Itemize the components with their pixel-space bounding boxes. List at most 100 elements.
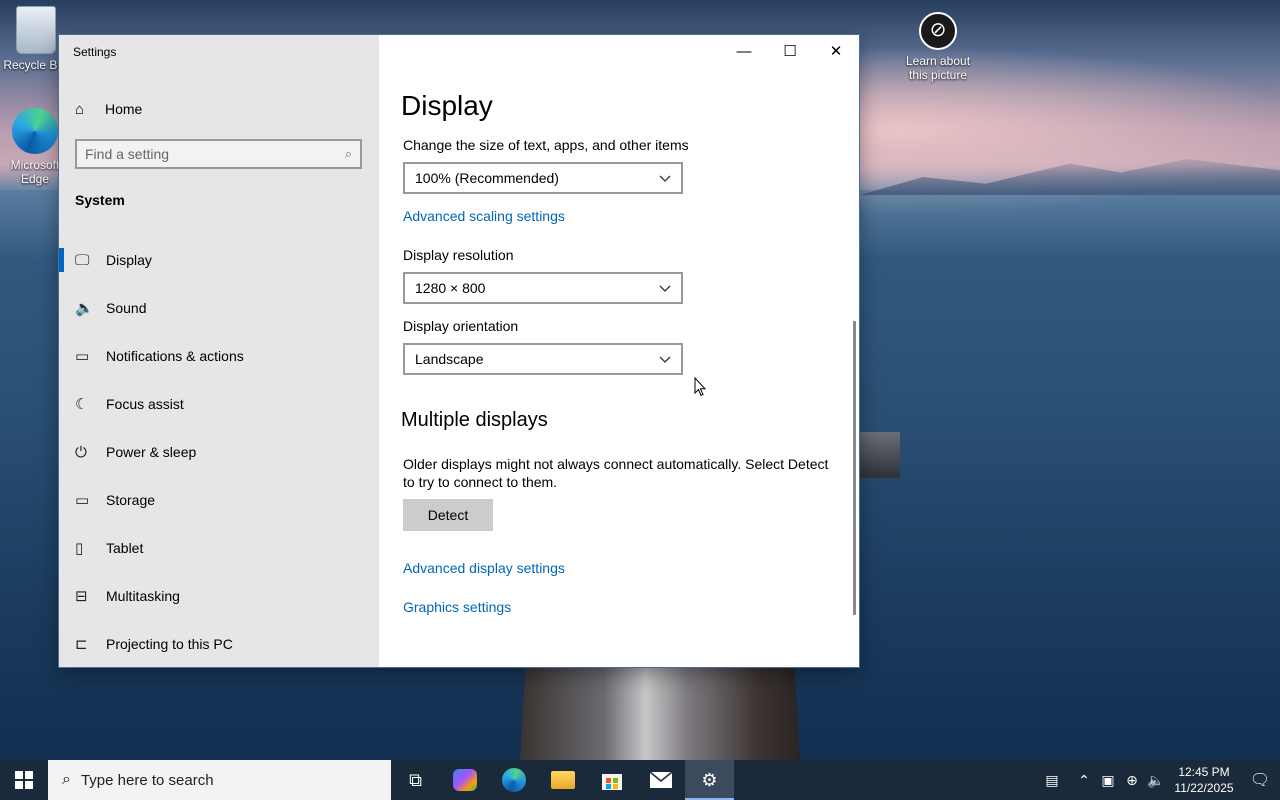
- sidebar-item-label: Sound: [106, 300, 147, 316]
- multiple-displays-text: Older displays might not always connect …: [403, 456, 829, 490]
- recycle-bin-icon: [16, 6, 56, 54]
- sidebar-home[interactable]: ⌂ Home: [75, 98, 142, 120]
- orientation-value: Landscape: [415, 351, 484, 367]
- store-button[interactable]: [587, 760, 636, 800]
- sidebar-item-sound[interactable]: 🔈 Sound: [59, 284, 379, 332]
- advanced-display-link[interactable]: Advanced display settings: [403, 560, 565, 576]
- settings-window: Settings ⌂ Home Find a setting ⌕ System …: [59, 35, 859, 667]
- chevron-up-icon[interactable]: ⌃: [1072, 772, 1096, 789]
- task-view-icon: ⧉: [409, 769, 422, 790]
- storage-icon: ▭: [75, 492, 90, 509]
- page-title: Display: [401, 90, 493, 121]
- sidebar-nav: 🖵 Display 🔈 Sound ▭ Notifications & acti…: [59, 236, 379, 668]
- taskbar: ⌕ Type here to search ⧉ ⚙ ▤ ⌃ ▣ ⊕ 🔈 12:4…: [0, 760, 1280, 800]
- file-explorer-icon: [550, 771, 575, 789]
- search-icon: ⌕: [62, 771, 71, 788]
- copilot-button[interactable]: [440, 760, 489, 800]
- tablet-icon: ▯: [75, 540, 84, 557]
- minimize-button[interactable]: —: [721, 35, 767, 67]
- monitor-icon: 🖵: [75, 251, 90, 269]
- meet-now-icon[interactable]: ▣: [1096, 772, 1120, 789]
- power-icon: ⏻: [75, 443, 87, 461]
- file-explorer-button[interactable]: [538, 760, 587, 800]
- chevron-down-icon: [659, 175, 671, 182]
- window-title: Settings: [73, 45, 117, 59]
- resolution-dropdown[interactable]: 1280 × 800: [403, 272, 683, 304]
- sidebar-item-label: Projecting to this PC: [106, 636, 233, 652]
- sidebar: Settings ⌂ Home Find a setting ⌕ System …: [59, 35, 379, 667]
- home-icon: ⌂: [75, 100, 85, 118]
- search-icon: ⌕: [344, 146, 352, 161]
- home-label: Home: [105, 101, 143, 117]
- windows-logo-icon: [15, 771, 33, 789]
- clock-time: 12:45 PM: [1178, 765, 1230, 779]
- sidebar-item-label: Storage: [106, 492, 156, 508]
- camera-icon: ⊘: [919, 12, 957, 50]
- message-icon: ▭: [75, 348, 90, 365]
- sidebar-item-focus-assist[interactable]: ☾ Focus assist: [59, 380, 379, 428]
- multitasking-icon: ⊟: [75, 588, 88, 605]
- copilot-icon: [452, 769, 477, 791]
- settings-icon: ⚙: [701, 769, 718, 790]
- window-controls: — ☐ ✕: [721, 35, 859, 67]
- chevron-down-icon: [659, 356, 671, 363]
- settings-taskbar-button[interactable]: ⚙: [685, 760, 734, 800]
- network-icon[interactable]: ⊕: [1120, 772, 1144, 789]
- news-icon[interactable]: ▤: [1032, 772, 1072, 789]
- scale-label: Change the size of text, apps, and other…: [403, 137, 689, 153]
- edge-taskbar-button[interactable]: [489, 760, 538, 800]
- advanced-scaling-link[interactable]: Advanced scaling settings: [403, 208, 565, 224]
- resolution-value: 1280 × 800: [415, 280, 486, 296]
- sidebar-item-label: Notifications & actions: [106, 348, 244, 364]
- sidebar-item-label: Tablet: [106, 540, 144, 556]
- search-input[interactable]: Find a setting: [85, 146, 345, 162]
- wallpaper-rock: [858, 432, 900, 478]
- orientation-dropdown[interactable]: Landscape: [403, 343, 683, 375]
- sidebar-item-storage[interactable]: ▭ Storage: [59, 476, 379, 524]
- scale-dropdown[interactable]: 100% (Recommended): [403, 162, 683, 194]
- speaker-icon: 🔈: [75, 300, 94, 317]
- clock-date: 11/22/2025: [1174, 781, 1234, 795]
- scale-value: 100% (Recommended): [415, 170, 559, 186]
- graphics-settings-link[interactable]: Graphics settings: [403, 599, 511, 615]
- section-title: System: [75, 192, 125, 208]
- store-icon: [601, 774, 622, 790]
- scrollbar[interactable]: [853, 321, 856, 615]
- edge-icon: [12, 108, 58, 154]
- find-setting-search[interactable]: Find a setting ⌕: [75, 139, 362, 169]
- mail-button[interactable]: [636, 760, 685, 800]
- close-button[interactable]: ✕: [813, 35, 859, 67]
- maximize-button[interactable]: ☐: [767, 35, 813, 67]
- system-tray: ▤ ⌃ ▣ ⊕ 🔈 12:45 PM 11/22/2025 🗨: [1032, 760, 1280, 800]
- orientation-label: Display orientation: [403, 318, 519, 334]
- sidebar-item-label: Multitasking: [106, 588, 180, 604]
- learn-about-picture-desktop-icon[interactable]: ⊘ Learn about this picture: [896, 12, 980, 82]
- sidebar-item-label: Focus assist: [106, 396, 184, 412]
- mouse-cursor-icon: [694, 377, 706, 397]
- volume-muted-icon[interactable]: 🔈: [1144, 772, 1168, 789]
- resolution-label: Display resolution: [403, 247, 514, 263]
- start-button[interactable]: [0, 760, 48, 800]
- sidebar-item-display[interactable]: 🖵 Display: [59, 236, 379, 284]
- wallpaper-pier: [520, 666, 800, 760]
- wallpaper-mountains: [860, 159, 1280, 195]
- sidebar-item-label: Display: [106, 252, 152, 268]
- clock[interactable]: 12:45 PM 11/22/2025: [1168, 764, 1240, 796]
- sidebar-item-tablet[interactable]: ▯ Tablet: [59, 524, 379, 572]
- projector-icon: ⊏: [75, 636, 88, 653]
- sidebar-item-multitasking[interactable]: ⊟ Multitasking: [59, 572, 379, 620]
- moon-icon: ☾: [75, 396, 89, 413]
- task-view-button[interactable]: ⧉: [391, 760, 440, 800]
- taskbar-search[interactable]: ⌕ Type here to search: [48, 760, 391, 800]
- learn-about-picture-label: Learn about this picture: [905, 54, 971, 82]
- sidebar-item-projecting[interactable]: ⊏ Projecting to this PC: [59, 620, 379, 668]
- multiple-displays-title: Multiple displays: [401, 409, 548, 431]
- detect-button[interactable]: Detect: [403, 499, 493, 531]
- taskbar-search-input[interactable]: Type here to search: [81, 772, 214, 789]
- edge-icon: [501, 768, 526, 792]
- sidebar-item-power-sleep[interactable]: ⏻ Power & sleep: [59, 428, 379, 476]
- notifications-icon[interactable]: 🗨: [1240, 770, 1280, 790]
- mail-icon: [649, 771, 672, 788]
- sidebar-item-notifications[interactable]: ▭ Notifications & actions: [59, 332, 379, 380]
- chevron-down-icon: [659, 285, 671, 292]
